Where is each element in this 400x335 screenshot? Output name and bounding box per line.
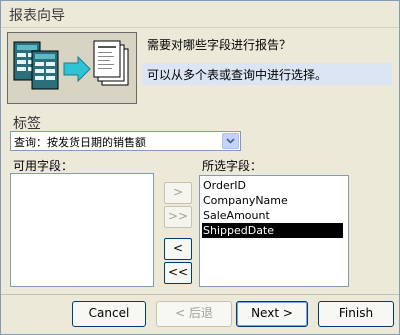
add-all-fields-button[interactable]: >> bbox=[164, 206, 192, 228]
wizard-hint: 可以从多个表或查询中进行选择。 bbox=[147, 68, 328, 82]
report-wizard-illustration-icon bbox=[7, 32, 137, 104]
selected-fields-list[interactable]: OrderID CompanyName SaleAmount ShippedDa… bbox=[199, 175, 349, 287]
list-item[interactable]: SaleAmount bbox=[202, 208, 270, 223]
footer-divider bbox=[1, 294, 399, 295]
remove-field-button[interactable]: < bbox=[164, 238, 192, 260]
selected-fields-label: 所选字段： bbox=[202, 159, 263, 173]
wizard-header: 需要对哪些字段进行报告？ 可以从多个表或查询中进行选择。 bbox=[1, 28, 399, 106]
list-item[interactable]: OrderID bbox=[202, 178, 246, 193]
report-wizard-window: 报表向导 需要对哪些字段进行报告？ 可以从多个表或查询中进行选择。 标签 查询：… bbox=[0, 0, 400, 335]
wizard-prompt: 需要对哪些字段进行报告？ bbox=[147, 38, 292, 52]
wizard-hint-bar: 可以从多个表或查询中进行选择。 bbox=[142, 63, 392, 85]
next-button[interactable]: Next > bbox=[236, 301, 308, 327]
tables-queries-value: 查询：按发货日期的销售额 bbox=[14, 136, 146, 149]
back-button[interactable]: < 后退 bbox=[156, 301, 232, 327]
title-bar: 报表向导 bbox=[1, 1, 399, 28]
chevron-down-icon[interactable] bbox=[222, 133, 239, 149]
cancel-button[interactable]: Cancel bbox=[72, 301, 146, 327]
add-field-button[interactable]: > bbox=[164, 182, 192, 204]
remove-all-fields-button[interactable]: << bbox=[164, 262, 192, 284]
list-item[interactable]: CompanyName bbox=[202, 193, 288, 208]
available-fields-list[interactable] bbox=[10, 173, 154, 287]
finish-button[interactable]: Finish bbox=[318, 301, 394, 327]
window-title: 报表向导 bbox=[9, 8, 65, 24]
available-fields-label: 可用字段： bbox=[13, 159, 74, 173]
list-item-selected[interactable]: ShippedDate bbox=[202, 223, 343, 238]
tables-queries-dropdown[interactable]: 查询：按发货日期的销售额 bbox=[10, 131, 241, 151]
tables-queries-label: 标签 bbox=[13, 116, 41, 132]
